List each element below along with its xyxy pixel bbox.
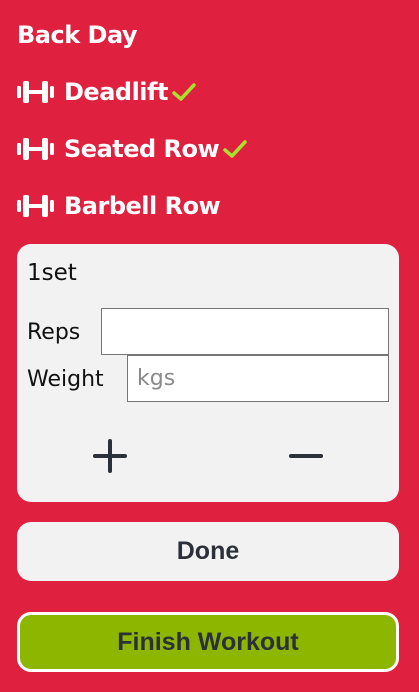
finish-workout-button[interactable]: Finish Workout [17,612,399,672]
exercise-label: Barbell Row [64,192,221,220]
weight-input[interactable] [127,355,389,402]
exercise-item-barbell-row[interactable]: Barbell Row [17,189,221,223]
plus-icon[interactable] [88,434,132,478]
reps-label: Reps [27,320,81,345]
checkmark-icon [223,140,247,158]
checkmark-icon [172,83,196,101]
exercise-item-seated-row[interactable]: Seated Row [17,132,248,166]
dumbbell-icon [17,81,54,103]
set-card: 1set Reps Weight [17,244,399,502]
exercise-label: Seated Row [64,135,220,163]
weight-label: Weight [27,367,104,392]
dumbbell-icon [17,138,54,160]
exercise-item-deadlift[interactable]: Deadlift [17,75,197,109]
minus-icon[interactable] [284,434,328,478]
exercise-label: Deadlift [64,78,168,106]
workout-title: Back Day [17,21,138,49]
dumbbell-icon [17,195,54,217]
done-button[interactable]: Done [17,522,399,581]
set-label: 1set [27,260,77,286]
reps-input[interactable] [101,308,389,355]
